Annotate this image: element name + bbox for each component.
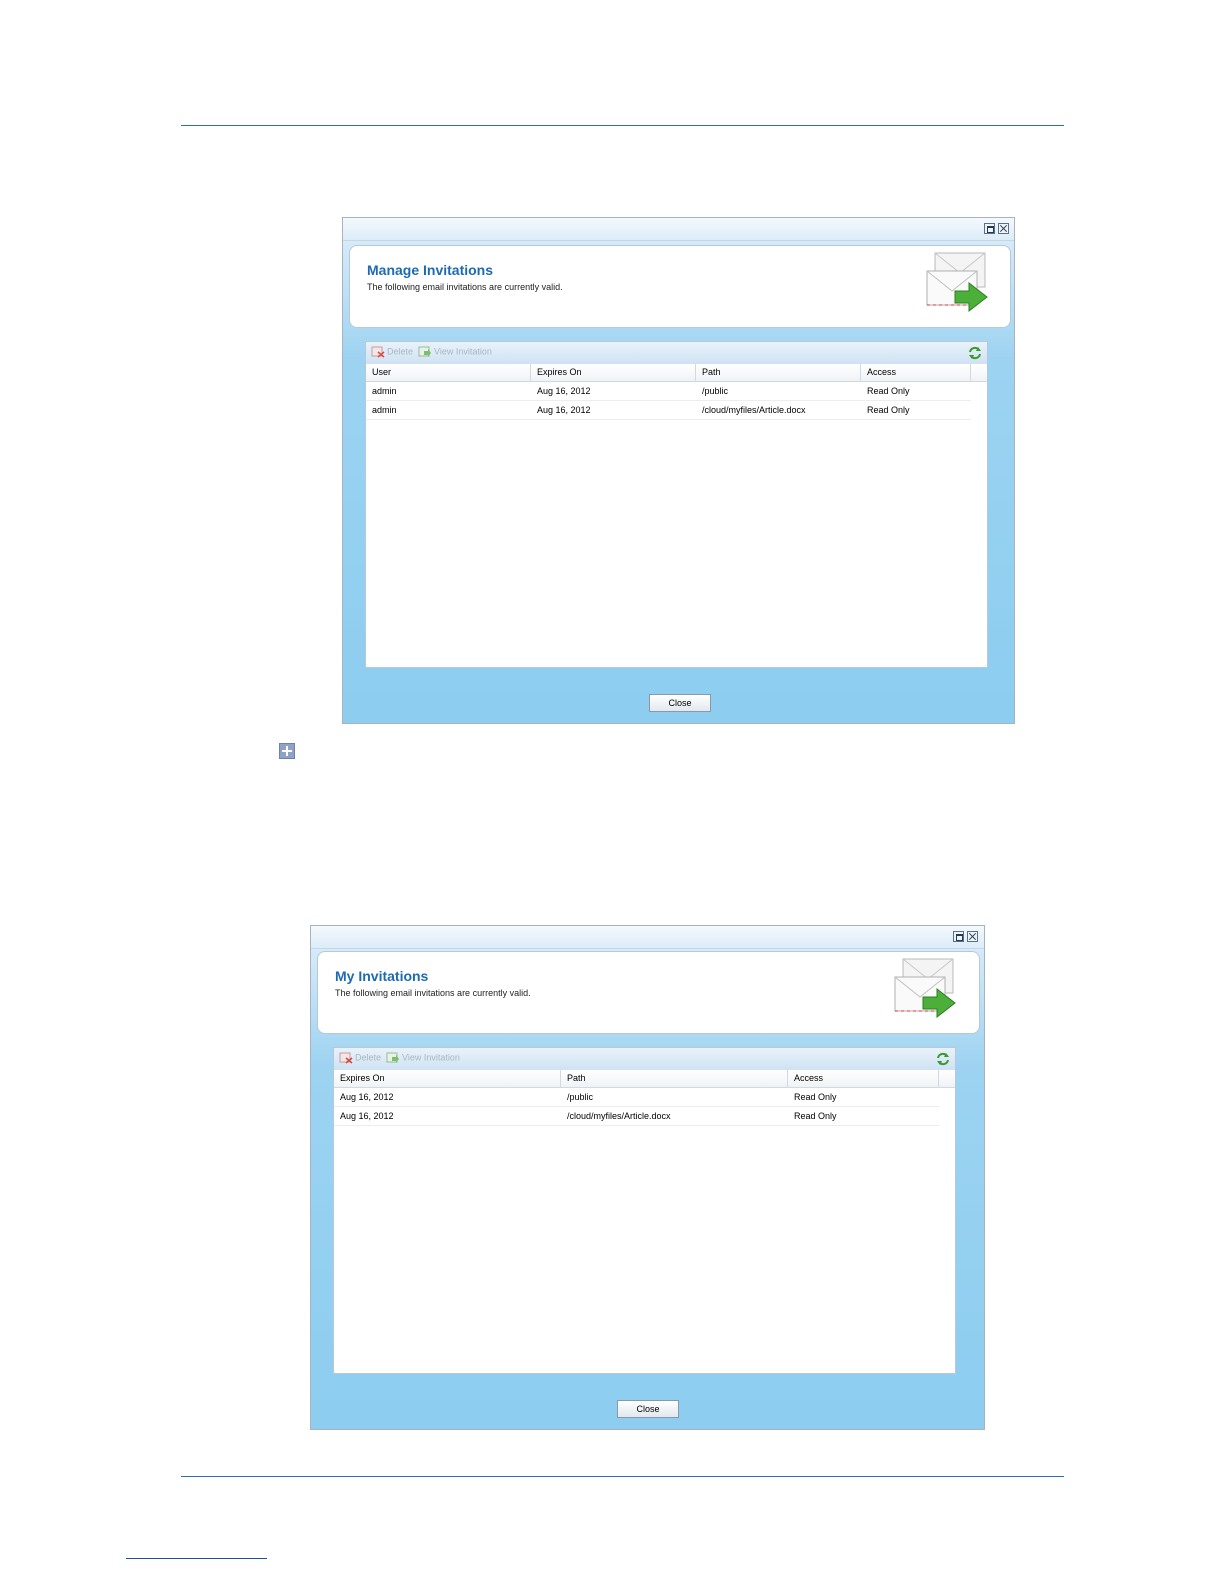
cell-path: /cloud/myfiles/Article.docx xyxy=(702,405,806,415)
dialog-title: Manage Invitations xyxy=(367,262,494,278)
invitations-grid: Delete View Invitation User Expires On P… xyxy=(365,341,988,668)
table-row[interactable]: admin Aug 16, 2012 /public Read Only xyxy=(366,382,971,401)
header-rule xyxy=(181,125,1064,126)
cell-access: Read Only xyxy=(794,1111,837,1121)
cell-path: /public xyxy=(567,1092,594,1102)
window-maximize-icon[interactable] xyxy=(984,223,995,234)
column-header-access[interactable]: Access xyxy=(788,1070,939,1087)
expand-plus-icon[interactable] xyxy=(279,743,295,759)
dialog-header-panel: My Invitations The following email invit… xyxy=(317,951,980,1034)
column-header-access[interactable]: Access xyxy=(861,364,971,381)
cell-expires-on: Aug 16, 2012 xyxy=(340,1092,394,1102)
footer-rule xyxy=(181,1476,1064,1477)
refresh-icon[interactable] xyxy=(967,345,983,361)
window-maximize-icon[interactable] xyxy=(953,931,964,942)
invitations-grid: Delete View Invitation Expires On Path A… xyxy=(333,1047,956,1374)
cell-access: Read Only xyxy=(867,405,910,415)
table-row[interactable]: Aug 16, 2012 /public Read Only xyxy=(334,1088,939,1107)
cell-user: admin xyxy=(372,386,397,396)
window-close-icon[interactable] xyxy=(998,223,1009,234)
refresh-icon[interactable] xyxy=(935,1051,951,1067)
delete-label: Delete xyxy=(387,346,414,357)
window-titlebar[interactable] xyxy=(343,218,1014,241)
view-invitation-label: View Invitation xyxy=(434,346,492,357)
cell-path: /cloud/myfiles/Article.docx xyxy=(567,1111,671,1121)
window-titlebar[interactable] xyxy=(311,926,984,949)
grid-column-headers: Expires On Path Access xyxy=(334,1070,955,1088)
dialog-title: My Invitations xyxy=(335,968,429,984)
footnote-rule xyxy=(126,1558,267,1559)
delete-icon xyxy=(371,346,385,358)
dialog-header-panel: Manage Invitations The following email i… xyxy=(349,245,1011,328)
my-invitations-dialog: My Invitations The following email invit… xyxy=(310,925,985,1430)
view-invitation-icon xyxy=(418,346,431,357)
mail-send-icon xyxy=(894,958,956,1019)
cell-user: admin xyxy=(372,405,397,415)
delete-icon xyxy=(339,1052,353,1064)
dialog-subtitle: The following email invitations are curr… xyxy=(367,282,563,292)
cell-access: Read Only xyxy=(794,1092,837,1102)
window-close-icon[interactable] xyxy=(967,931,978,942)
cell-expires-on: Aug 16, 2012 xyxy=(340,1111,394,1121)
delete-button[interactable]: Delete xyxy=(339,1052,381,1066)
column-header-expires-on[interactable]: Expires On xyxy=(334,1070,561,1087)
close-button[interactable]: Close xyxy=(617,1400,679,1418)
delete-label: Delete xyxy=(355,1052,382,1063)
table-row[interactable]: admin Aug 16, 2012 /cloud/myfiles/Articl… xyxy=(366,401,971,420)
column-header-expires-on[interactable]: Expires On xyxy=(531,364,696,381)
view-invitation-button[interactable]: View Invitation xyxy=(418,346,492,360)
dialog-subtitle: The following email invitations are curr… xyxy=(335,988,531,998)
view-invitation-button[interactable]: View Invitation xyxy=(386,1052,460,1066)
cell-access: Read Only xyxy=(867,386,910,396)
manage-invitations-dialog: Manage Invitations The following email i… xyxy=(342,217,1015,724)
cell-expires-on: Aug 16, 2012 xyxy=(537,405,591,415)
grid-toolbar: Delete View Invitation xyxy=(334,1048,955,1071)
grid-column-headers: User Expires On Path Access xyxy=(366,364,987,382)
view-invitation-label: View Invitation xyxy=(402,1052,460,1063)
view-invitation-icon xyxy=(386,1052,399,1063)
cell-expires-on: Aug 16, 2012 xyxy=(537,386,591,396)
table-row[interactable]: Aug 16, 2012 /cloud/myfiles/Article.docx… xyxy=(334,1107,939,1126)
column-header-path[interactable]: Path xyxy=(561,1070,788,1087)
column-header-path[interactable]: Path xyxy=(696,364,861,381)
delete-button[interactable]: Delete xyxy=(371,346,413,360)
column-header-user[interactable]: User xyxy=(366,364,531,381)
mail-send-icon xyxy=(926,252,988,313)
grid-toolbar: Delete View Invitation xyxy=(366,342,987,365)
cell-path: /public xyxy=(702,386,729,396)
close-button[interactable]: Close xyxy=(649,694,711,712)
